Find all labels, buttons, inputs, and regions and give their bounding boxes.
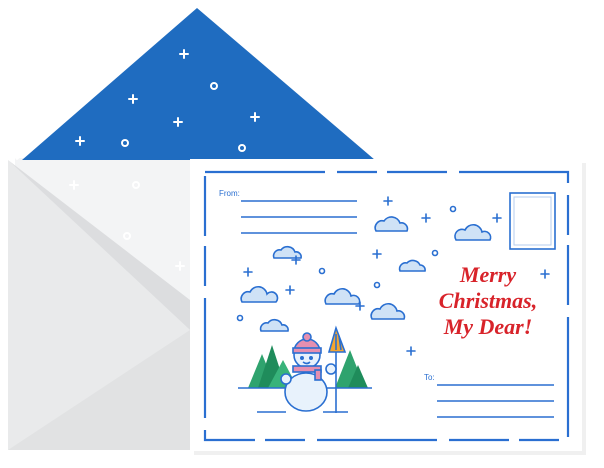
greeting-line-3: My Dear!: [443, 314, 533, 339]
christmas-postcard-scene: From: To: Merry Christmas, My Dear!: [0, 0, 604, 468]
scene-illustration: [8, 0, 586, 455]
greeting-text: Merry Christmas, My Dear!: [412, 262, 564, 340]
greeting-line-1: Merry: [459, 262, 517, 287]
stamp-box: [509, 192, 556, 250]
from-label: From:: [219, 189, 240, 198]
envelope-flap: [22, 8, 375, 160]
greeting-line-2: Christmas,: [438, 288, 538, 313]
to-label: To:: [424, 373, 435, 382]
